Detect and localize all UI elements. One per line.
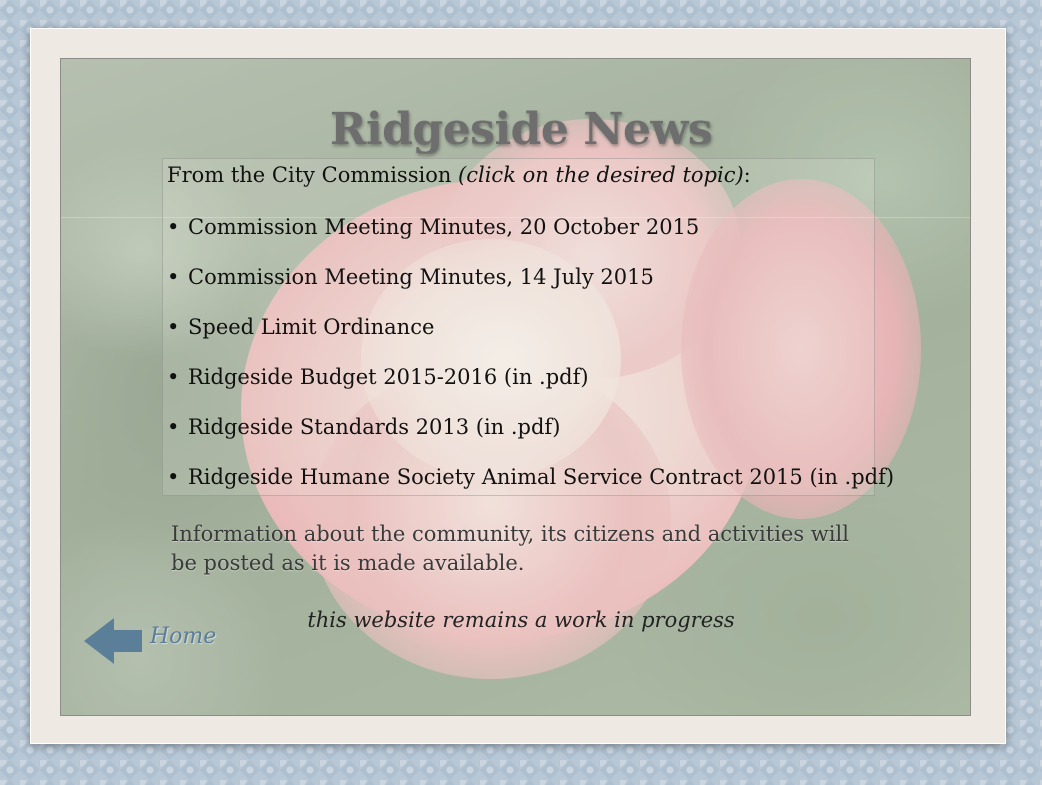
list-item: • Ridgeside Standards 2013 (in .pdf) (167, 408, 894, 458)
list-item: • Commission Meeting Minutes, 20 October … (167, 208, 894, 258)
bullet: • (167, 365, 180, 389)
commission-intro: From the City Commission (click on the d… (167, 163, 751, 187)
bullet: • (167, 465, 180, 489)
intro-suffix: : (743, 163, 751, 187)
home-label: Home (150, 624, 217, 649)
bullet: • (167, 315, 180, 339)
list-item: • Ridgeside Budget 2015-2016 (in .pdf) (167, 358, 894, 408)
home-link[interactable]: Home (84, 616, 224, 668)
topic-link-standards[interactable]: Ridgeside Standards 2013 (in .pdf) (188, 415, 560, 439)
community-info-text: Information about the community, its cit… (171, 522, 849, 575)
list-item: • Ridgeside Humane Society Animal Service… (167, 458, 894, 508)
intro-prefix: From the City Commission (167, 163, 459, 187)
topic-link-budget[interactable]: Ridgeside Budget 2015-2016 (in .pdf) (188, 365, 589, 389)
list-item: • Commission Meeting Minutes, 14 July 201… (167, 258, 894, 308)
page-title: Ridgeside News (329, 104, 713, 155)
bullet: • (167, 265, 180, 289)
topic-link-minutes-oct-2015[interactable]: Commission Meeting Minutes, 20 October 2… (188, 215, 699, 239)
bullet: • (167, 415, 180, 439)
left-arrow-shape (84, 618, 142, 664)
intro-instruction: (click on the desired topic) (458, 163, 744, 187)
topic-link-speed-limit[interactable]: Speed Limit Ordinance (188, 315, 434, 339)
topic-link-minutes-jul-2015[interactable]: Commission Meeting Minutes, 14 July 2015 (188, 265, 654, 289)
commission-topic-list: • Commission Meeting Minutes, 20 October … (167, 208, 894, 508)
bullet: • (167, 215, 180, 239)
left-arrow-icon (84, 618, 142, 664)
topic-link-humane-society[interactable]: Ridgeside Humane Society Animal Service … (188, 465, 894, 489)
list-item: • Speed Limit Ordinance (167, 308, 894, 358)
